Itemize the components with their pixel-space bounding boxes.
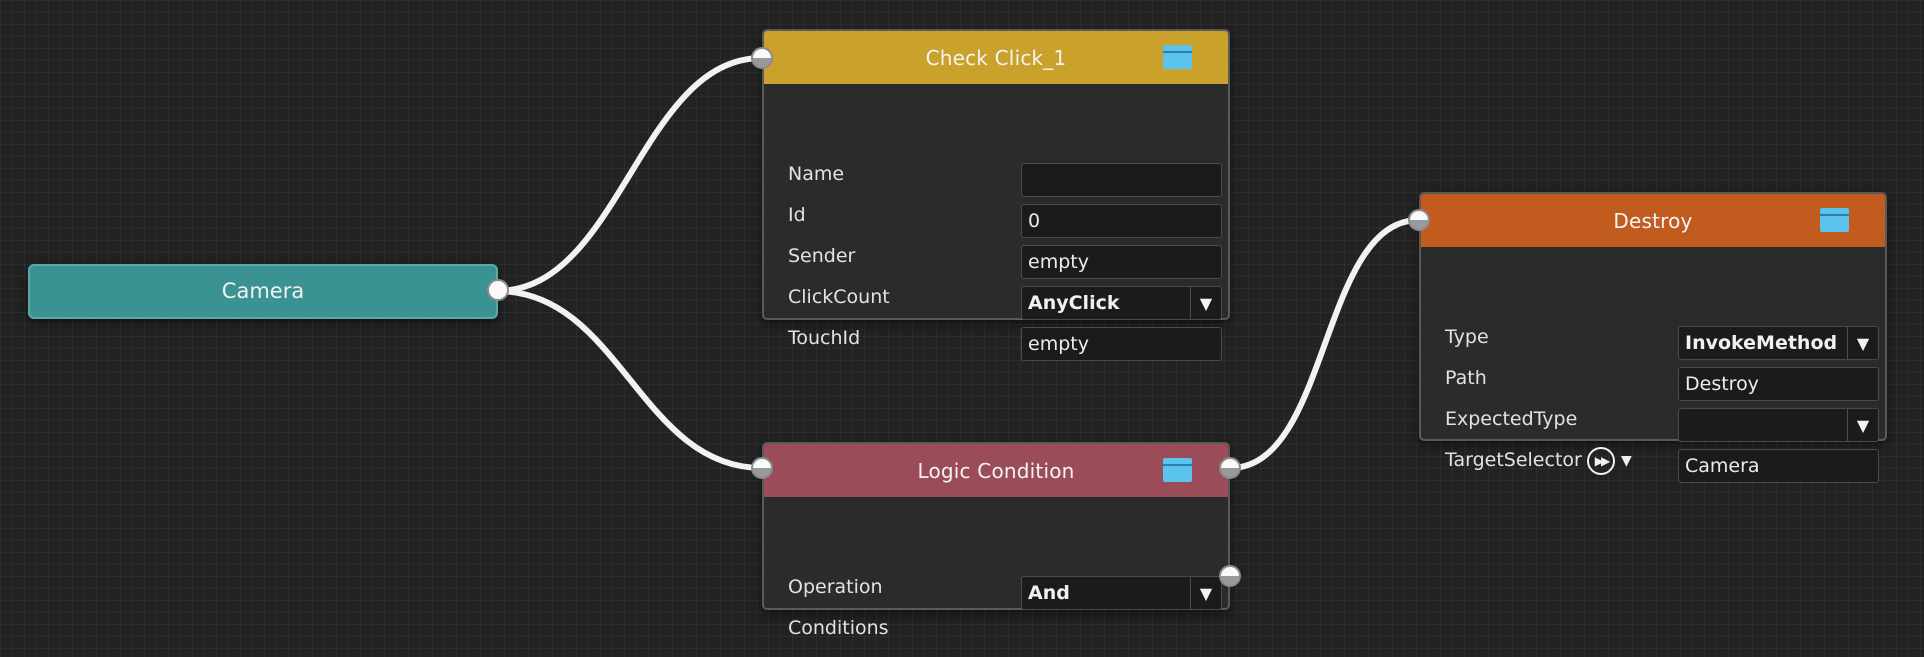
name-field[interactable] [1021,163,1222,197]
destroy-input-port[interactable] [1408,209,1430,231]
wire-logic-condition-to-destroy [1227,217,1422,471]
path-row: Path Destroy [1445,363,1879,401]
type-dropdown[interactable]: InvokeMethod ▼ [1678,326,1879,360]
targetselector-field[interactable]: Camera [1678,449,1879,483]
operation-dropdown[interactable]: And ▼ [1021,576,1222,610]
sender-row: Sender empty [788,241,1222,279]
clickcount-row: ClickCount AnyClick ▼ [788,282,1222,320]
destroy-title: Destroy [1613,208,1693,233]
type-value: InvokeMethod [1685,332,1838,354]
path-field[interactable]: Destroy [1678,367,1879,401]
triangle-down-icon[interactable]: ▼ [1190,577,1221,609]
camera-node-title: Camera [221,279,305,303]
clickcount-label: ClickCount [788,286,890,308]
operation-row: Operation And ▼ [788,572,1222,610]
triangle-down-icon[interactable]: ▼ [1847,327,1878,359]
wire-camera-to-logic-condition [494,288,765,471]
logic-condition-output-port[interactable] [1219,457,1241,479]
touchid-label: TouchId [788,327,861,349]
collapse-icon[interactable] [1820,208,1849,232]
clickcount-dropdown[interactable]: AnyClick ▼ [1021,286,1222,320]
sender-label: Sender [788,245,856,267]
triangle-down-icon[interactable]: ▼ [1847,409,1878,441]
check-click-node[interactable]: Check Click_1 Name Id 0 Sender empty Cli… [762,29,1230,361]
operation-value: And [1028,582,1070,604]
operation-label: Operation [788,576,883,598]
id-label: Id [788,204,806,226]
logic-condition-header[interactable]: Logic Condition [764,444,1228,497]
check-click-input-port[interactable] [751,47,773,69]
caret-down-icon[interactable]: ▼ [1621,453,1632,469]
targetselector-label: TargetSelector [1445,449,1582,471]
triangle-down-icon[interactable]: ▼ [1190,287,1221,319]
id-field[interactable]: 0 [1021,204,1222,238]
logic-condition-title: Logic Condition [917,458,1075,483]
type-label: Type [1445,326,1489,348]
name-row: Name [788,159,1222,197]
expectedtype-dropdown[interactable]: ▼ [1678,408,1879,442]
collapse-icon[interactable] [1163,458,1192,482]
targetselector-row: TargetSelector ▶▶ ▼ Camera [1445,445,1879,483]
destroy-header[interactable]: Destroy [1421,194,1885,247]
expectedtype-label: ExpectedType [1445,408,1578,430]
camera-node[interactable]: Camera [28,264,498,319]
path-label: Path [1445,367,1487,389]
conditions-row: Conditions [788,613,1204,649]
logic-condition-input-port[interactable] [751,457,773,479]
expectedtype-row: ExpectedType ▼ [1445,404,1879,442]
wire-camera-to-check-click [494,55,765,294]
check-click-title: Check Click_1 [925,45,1067,70]
fast-forward-circle-icon[interactable]: ▶▶ [1587,447,1615,475]
destroy-node[interactable]: Destroy Type InvokeMethod ▼ Path Destroy… [1419,192,1887,483]
touchid-row: TouchId empty [788,323,1222,361]
check-click-header[interactable]: Check Click_1 [764,31,1228,84]
logic-condition-node[interactable]: Logic Condition Operation And ▼ Conditio… [762,442,1230,639]
conditions-port[interactable] [1219,565,1241,587]
name-label: Name [788,163,845,185]
id-row: Id 0 [788,200,1222,238]
camera-output-port[interactable] [487,279,509,301]
touchid-field[interactable]: empty [1021,327,1222,361]
conditions-label: Conditions [788,617,889,639]
type-row: Type InvokeMethod ▼ [1445,322,1879,360]
clickcount-value: AnyClick [1028,292,1120,314]
sender-field[interactable]: empty [1021,245,1222,279]
collapse-icon[interactable] [1163,45,1192,69]
